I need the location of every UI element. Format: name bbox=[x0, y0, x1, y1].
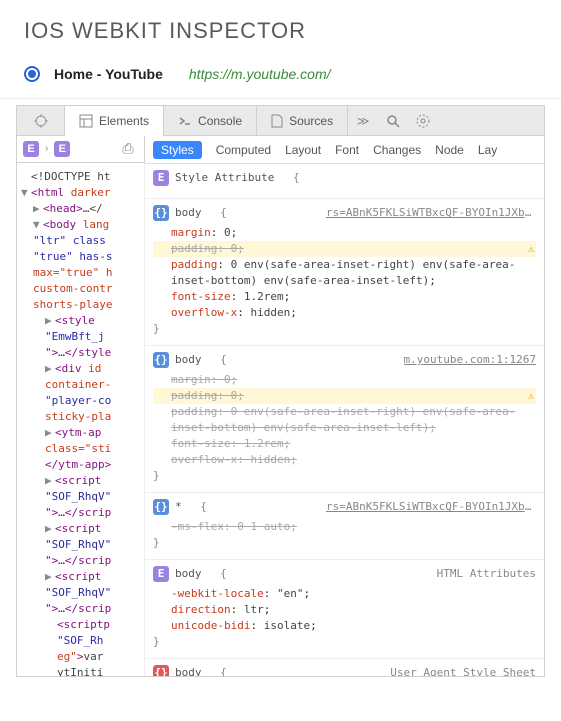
tab-font[interactable]: Font bbox=[335, 143, 359, 157]
dom-node[interactable]: <scriptp bbox=[21, 617, 144, 633]
dom-node[interactable]: ▼<html darker bbox=[21, 185, 144, 201]
dom-node[interactable]: ▼<body lang bbox=[21, 217, 144, 233]
ua-badge-icon: {} bbox=[153, 665, 169, 676]
target-title: Home - YouTube bbox=[54, 66, 163, 82]
target-url[interactable]: https://m.youtube.com/ bbox=[189, 66, 331, 82]
origin-label: HTML Attributes bbox=[437, 566, 536, 582]
style-section-rule[interactable]: {} body { m.youtube.com:1:1267 margin: 0… bbox=[145, 346, 544, 493]
inspect-element-icon[interactable] bbox=[17, 106, 65, 136]
dom-node[interactable]: <!DOCTYPE ht bbox=[21, 169, 144, 185]
dom-node[interactable]: ▶<style bbox=[21, 313, 144, 329]
breadcrumb-root[interactable]: E bbox=[23, 141, 39, 157]
styles-pane[interactable]: E Style Attribute { {} body { rs=ABnK5FK… bbox=[145, 164, 544, 676]
styles-tabs: Styles Computed Layout Font Changes Node… bbox=[145, 136, 544, 164]
tab-sources[interactable]: Sources bbox=[257, 106, 347, 136]
dom-tree[interactable]: <!DOCTYPE ht ▼<html darker ▶<head>…</ ▼<… bbox=[17, 163, 145, 676]
tab-elements[interactable]: Elements bbox=[65, 106, 163, 136]
tab-console[interactable]: Console bbox=[164, 106, 256, 136]
target-radio[interactable] bbox=[24, 66, 40, 82]
tab-changes[interactable]: Changes bbox=[373, 143, 421, 157]
style-section-ua[interactable]: {} body { User Agent Style Sheet display… bbox=[145, 659, 544, 676]
origin-link[interactable]: m.youtube.com:1:1267 bbox=[404, 352, 536, 368]
style-section-attribute[interactable]: E Style Attribute { bbox=[145, 164, 544, 199]
more-tabs-icon[interactable]: ≫ bbox=[354, 112, 372, 130]
origin-link[interactable]: rs=ABnK5FKLSiWTBxcQF-BYOIn1JXbjgIKH6w:1:… bbox=[326, 499, 536, 515]
dom-node[interactable]: ▶<div id bbox=[21, 361, 144, 377]
dom-node[interactable]: ▶<script bbox=[21, 569, 144, 585]
element-badge-icon: E bbox=[153, 170, 169, 186]
console-icon bbox=[178, 114, 192, 128]
rule-badge-icon: {} bbox=[153, 499, 169, 515]
settings-icon[interactable] bbox=[414, 112, 432, 130]
devtools-toolbar: Elements Console Sources ≫ bbox=[17, 106, 544, 136]
tab-computed[interactable]: Computed bbox=[216, 143, 271, 157]
breadcrumb-bar: E › E ⎙ bbox=[17, 136, 145, 163]
dom-node[interactable]: ▶<script bbox=[21, 473, 144, 489]
print-icon[interactable]: ⎙ bbox=[118, 140, 138, 157]
dom-node[interactable]: ▶<script bbox=[21, 521, 144, 537]
devtools-window: Elements Console Sources ≫ E › E ⎙ bbox=[16, 105, 545, 677]
rule-badge-icon: {} bbox=[153, 352, 169, 368]
style-section-html-attrs[interactable]: E body { HTML Attributes -webkit-locale:… bbox=[145, 560, 544, 659]
sources-icon bbox=[271, 114, 283, 128]
app-header: IOS WEBKIT INSPECTOR bbox=[0, 0, 561, 54]
tab-node[interactable]: Node bbox=[435, 143, 464, 157]
main-panels: E › E ⎙ <!DOCTYPE ht ▼<html darker ▶<hea… bbox=[17, 136, 544, 676]
tab-layout[interactable]: Layout bbox=[285, 143, 321, 157]
breadcrumb-current[interactable]: E bbox=[54, 141, 70, 157]
rule-badge-icon: {} bbox=[153, 205, 169, 221]
dom-node[interactable]: ▶<ytm-ap bbox=[21, 425, 144, 441]
origin-label: User Agent Style Sheet bbox=[390, 665, 536, 676]
style-section-rule[interactable]: {} * { rs=ABnK5FKLSiWTBxcQF-BYOIn1JXbjgI… bbox=[145, 493, 544, 560]
tab-layers[interactable]: Lay bbox=[478, 143, 497, 157]
chevron-right-icon: › bbox=[45, 143, 48, 154]
dom-node[interactable]: ▶<head>…</ bbox=[21, 201, 144, 217]
style-section-rule[interactable]: {} body { rs=ABnK5FKLSiWTBxcQF-BYOIn1JXb… bbox=[145, 199, 544, 346]
search-icon[interactable] bbox=[384, 112, 402, 130]
app-title: IOS WEBKIT INSPECTOR bbox=[24, 18, 537, 44]
tab-styles[interactable]: Styles bbox=[153, 141, 202, 159]
elements-icon bbox=[79, 114, 93, 128]
origin-link[interactable]: rs=ABnK5FKLSiWTBxcQF-BYOIn1JXbjgIKH6w:1:… bbox=[326, 205, 536, 221]
element-badge-icon: E bbox=[153, 566, 169, 582]
target-row[interactable]: Home - YouTube https://m.youtube.com/ bbox=[0, 54, 561, 99]
